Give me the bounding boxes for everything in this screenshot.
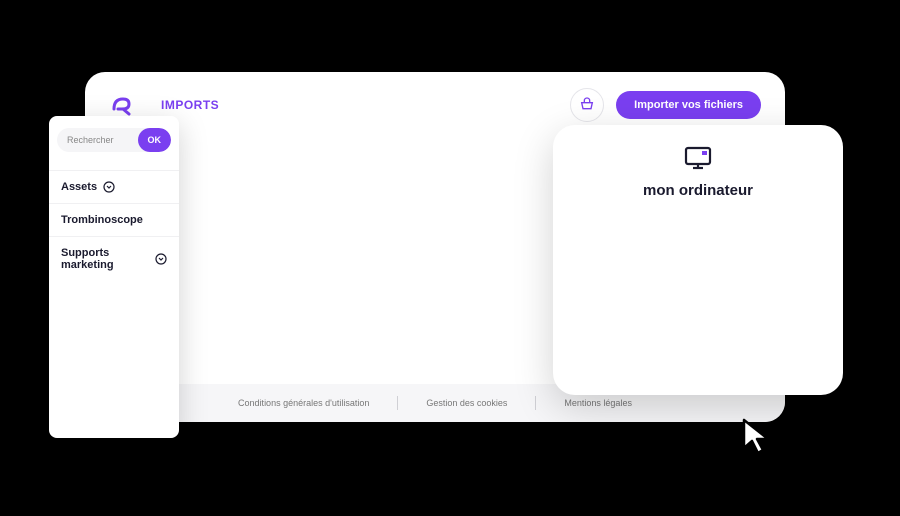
sidebar-item-assets[interactable]: Assets xyxy=(49,170,179,203)
search-input[interactable] xyxy=(57,135,138,145)
sidebar-item-trombinoscope[interactable]: Trombinoscope xyxy=(49,203,179,236)
search-ok-button[interactable]: OK xyxy=(138,128,172,152)
cursor-icon xyxy=(740,418,776,463)
header-right: Importer vos fichiers xyxy=(570,88,761,122)
import-files-button[interactable]: Importer vos fichiers xyxy=(616,91,761,119)
basket-icon xyxy=(579,96,595,115)
chevron-down-icon xyxy=(155,253,167,265)
page-title: IMPORTS xyxy=(161,98,219,112)
header-left: IMPORTS xyxy=(109,93,219,117)
sidebar: OK Assets Trombinoscope Supports marketi… xyxy=(49,116,179,438)
chevron-down-icon xyxy=(103,181,115,193)
computer-icon xyxy=(683,145,713,176)
search-row: OK xyxy=(57,128,171,152)
sidebar-item-supports-marketing[interactable]: Supports marketing xyxy=(49,236,179,281)
upload-source-popup: mon ordinateur xyxy=(553,125,843,395)
basket-button[interactable] xyxy=(570,88,604,122)
popup-title: mon ordinateur xyxy=(643,182,753,199)
footer-link-legal[interactable]: Mentions légales xyxy=(536,398,660,408)
footer-link-cookies[interactable]: Gestion des cookies xyxy=(398,398,535,408)
footer-link-terms[interactable]: Conditions générales d'utilisation xyxy=(210,398,397,408)
app-logo-icon xyxy=(109,93,133,117)
main-header: IMPORTS Importer vos fichiers xyxy=(85,72,785,130)
sidebar-item-label: Supports marketing xyxy=(61,247,149,271)
sidebar-item-label: Trombinoscope xyxy=(61,214,143,226)
sidebar-item-label: Assets xyxy=(61,181,97,193)
